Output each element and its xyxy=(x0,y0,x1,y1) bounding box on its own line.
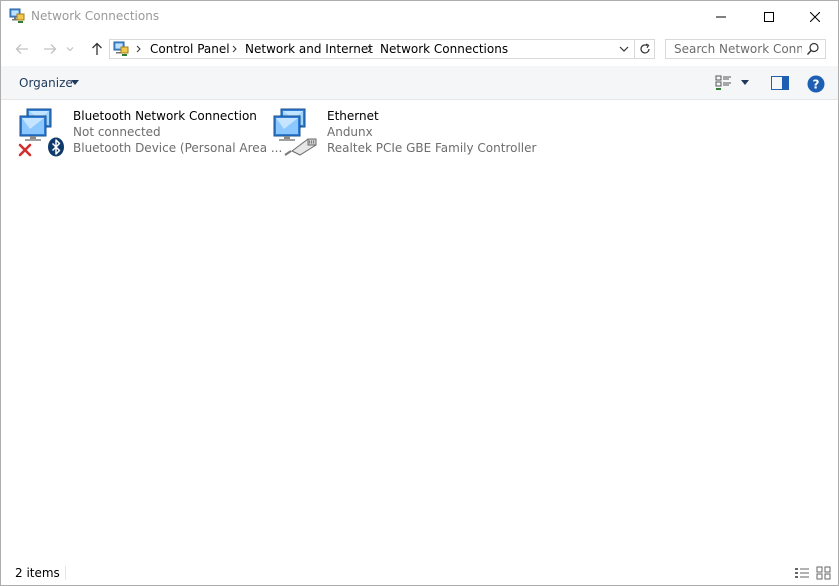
close-icon xyxy=(810,11,820,22)
maximize-button[interactable] xyxy=(746,1,792,32)
list-item-ethernet[interactable]: Ethernet Andunx Realtek PCIe GBE Family … xyxy=(271,105,536,159)
breadcrumb-network-and-internet[interactable]: Network and Internet xyxy=(245,42,373,56)
window-title: Network Connections xyxy=(31,9,160,23)
title-bar[interactable]: Network Connections xyxy=(1,1,838,32)
svg-text:?: ? xyxy=(813,78,820,92)
chevron-right-icon xyxy=(367,45,372,53)
breadcrumb-network-connections[interactable]: Network Connections xyxy=(380,42,508,56)
close-button[interactable] xyxy=(792,1,838,32)
details-view-icon[interactable] xyxy=(794,566,810,580)
address-history-button[interactable] xyxy=(615,40,633,58)
recent-locations-button[interactable] xyxy=(63,38,77,60)
status-bar: 2 items xyxy=(1,561,838,585)
back-button[interactable] xyxy=(11,38,33,60)
search-box[interactable] xyxy=(665,39,826,59)
item-device: Realtek PCIe GBE Family Controller xyxy=(327,141,537,155)
help-icon[interactable]: ? xyxy=(807,75,825,93)
address-bar[interactable]: Control Panel Network and Internet Netwo… xyxy=(109,39,655,59)
ethernet-network-icon xyxy=(273,108,317,156)
breadcrumb-separator-icon[interactable] xyxy=(364,43,374,55)
explorer-window: Network Connections Control Panel Networ… xyxy=(0,0,839,586)
item-status: Andunx xyxy=(327,125,373,139)
organize-button[interactable]: Organize xyxy=(19,76,73,90)
arrow-right-icon xyxy=(44,44,57,54)
minimize-icon xyxy=(716,16,726,17)
caret-down-icon[interactable] xyxy=(71,80,79,85)
chevron-down-icon xyxy=(66,47,74,52)
refresh-button[interactable] xyxy=(635,40,654,58)
list-item-bluetooth-network-connection[interactable]: Bluetooth Network Connection Not connect… xyxy=(17,105,282,159)
arrow-up-icon xyxy=(92,42,102,55)
tiles-view-icon[interactable] xyxy=(816,566,832,580)
item-text: Ethernet Andunx Realtek PCIe GBE Family … xyxy=(327,108,536,156)
status-divider xyxy=(65,566,66,580)
up-button[interactable] xyxy=(86,38,108,60)
item-count: 2 items xyxy=(15,566,60,580)
file-list[interactable]: Bluetooth Network Connection Not connect… xyxy=(1,100,838,561)
refresh-icon xyxy=(639,43,650,54)
chevron-down-icon xyxy=(619,46,629,52)
breadcrumb-separator-icon[interactable] xyxy=(133,43,143,55)
preview-pane-icon[interactable] xyxy=(771,76,789,90)
forward-button[interactable] xyxy=(39,38,61,60)
item-device: Bluetooth Device (Personal Area ... xyxy=(73,141,283,155)
minimize-button[interactable] xyxy=(698,1,744,32)
search-input[interactable] xyxy=(666,40,802,58)
chevron-right-icon xyxy=(232,45,237,53)
network-connections-icon xyxy=(9,8,25,23)
command-bar: Organize ? xyxy=(1,66,838,100)
item-status: Not connected xyxy=(73,125,161,139)
item-name: Ethernet xyxy=(327,109,379,123)
bluetooth-network-icon xyxy=(18,108,64,157)
caret-down-icon[interactable] xyxy=(741,80,749,85)
breadcrumb-separator-icon[interactable] xyxy=(229,43,239,55)
navigation-bar: Control Panel Network and Internet Netwo… xyxy=(1,32,838,66)
arrow-left-icon xyxy=(15,44,28,54)
item-name: Bluetooth Network Connection xyxy=(73,109,257,123)
search-icon[interactable] xyxy=(806,42,820,56)
change-view-icon[interactable] xyxy=(715,75,733,91)
chevron-right-icon xyxy=(136,45,141,53)
item-text: Bluetooth Network Connection Not connect… xyxy=(73,108,282,156)
control-panel-icon xyxy=(113,41,129,56)
maximize-icon xyxy=(764,11,774,22)
breadcrumb-control-panel[interactable]: Control Panel xyxy=(150,42,230,56)
